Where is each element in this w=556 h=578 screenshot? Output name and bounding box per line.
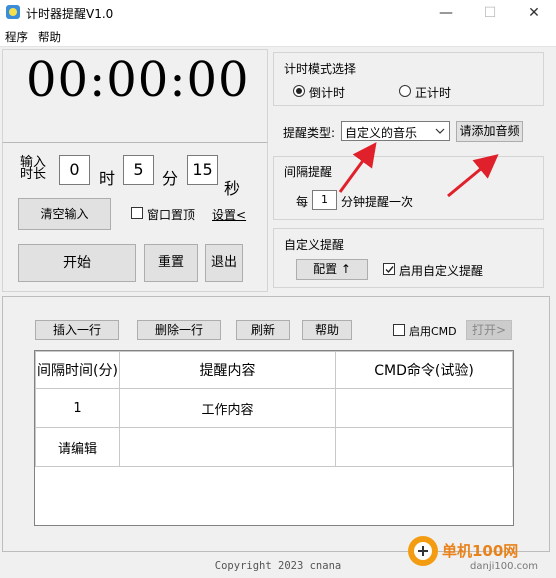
enable-cmd-checkbox[interactable] xyxy=(393,324,405,336)
column-header[interactable]: 间隔时间(分) xyxy=(35,351,120,389)
reminder-table-container: 间隔时间(分) 提醒内容 CMD命令(试验) 1 工作内容 请编辑 xyxy=(34,350,514,526)
table-header-row: 间隔时间(分) 提醒内容 CMD命令(试验) xyxy=(35,351,513,389)
column-header[interactable]: CMD命令(试验) xyxy=(335,351,513,389)
table-cell[interactable]: 请编辑 xyxy=(35,427,120,467)
watermark-logo xyxy=(408,536,438,566)
plus-icon xyxy=(414,542,432,560)
arrow-to-remind-type xyxy=(338,142,377,193)
table-cell[interactable] xyxy=(335,388,513,428)
table-row[interactable]: 1 工作内容 xyxy=(35,388,513,428)
arrow-to-add-audio xyxy=(447,154,499,198)
reminder-table: 间隔时间(分) 提醒内容 CMD命令(试验) 1 工作内容 请编辑 xyxy=(35,351,513,467)
table-cell[interactable] xyxy=(335,427,513,467)
open-button[interactable]: 打开> xyxy=(466,320,512,340)
table-cell[interactable]: 1 xyxy=(35,388,120,428)
table-row[interactable]: 请编辑 xyxy=(35,427,513,467)
insert-row-button[interactable]: 插入一行 xyxy=(35,320,119,340)
table-cell[interactable] xyxy=(119,427,336,467)
delete-row-button[interactable]: 删除一行 xyxy=(137,320,221,340)
column-header[interactable]: 提醒内容 xyxy=(119,351,336,389)
enable-cmd-label: 启用CMD xyxy=(409,325,457,338)
help-button[interactable]: 帮助 xyxy=(302,320,352,340)
table-cell[interactable]: 工作内容 xyxy=(119,388,336,428)
refresh-button[interactable]: 刷新 xyxy=(236,320,290,340)
watermark-text: 单机100网 xyxy=(442,542,519,560)
watermark-url: danji100.com xyxy=(470,561,538,572)
